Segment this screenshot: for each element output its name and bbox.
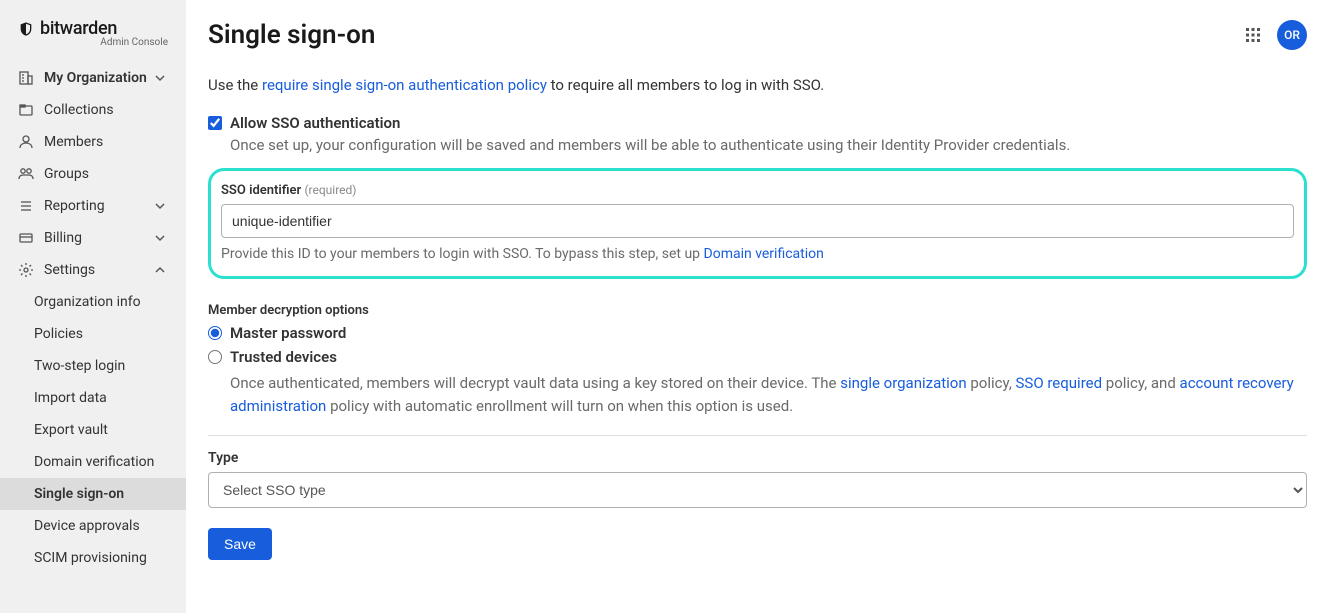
sso-required-link[interactable]: SSO required — [1016, 374, 1103, 392]
sidebar-item-label: Collections — [44, 102, 114, 118]
sso-identifier-help: Provide this ID to your members to login… — [221, 246, 1294, 262]
sidebar-sub-domain-verification[interactable]: Domain verification — [0, 446, 186, 478]
sso-identifier-input[interactable] — [221, 204, 1294, 238]
sidebar-item-reporting[interactable]: Reporting — [0, 190, 186, 222]
brand-logo: bitwarden Admin Console — [0, 18, 186, 62]
sidebar-sub-import-data[interactable]: Import data — [0, 382, 186, 414]
domain-verification-link[interactable]: Domain verification — [704, 246, 824, 262]
sidebar: bitwarden Admin Console My Organization … — [0, 0, 186, 613]
sidebar-item-groups[interactable]: Groups — [0, 158, 186, 190]
sidebar-sub-policies[interactable]: Policies — [0, 318, 186, 350]
sidebar-sub-organization-info[interactable]: Organization info — [0, 286, 186, 318]
separator — [208, 435, 1307, 436]
sidebar-sub-two-step-login[interactable]: Two-step login — [0, 350, 186, 382]
sso-identifier-label: SSO identifier (required) — [221, 183, 1294, 198]
single-organization-link[interactable]: single organization — [840, 374, 966, 392]
trusted-devices-label: Trusted devices — [230, 348, 337, 366]
sso-identifier-highlight: SSO identifier (required) Provide this I… — [208, 168, 1307, 279]
sidebar-item-label: Billing — [44, 230, 82, 246]
allow-sso-label: Allow SSO authentication — [230, 114, 400, 132]
trusted-devices-radio[interactable] — [208, 350, 222, 364]
main-content: Single sign-on OR Use the require single… — [186, 0, 1329, 613]
sidebar-sub-device-approvals[interactable]: Device approvals — [0, 510, 186, 542]
user-icon — [18, 134, 34, 150]
sidebar-item-billing[interactable]: Billing — [0, 222, 186, 254]
sso-type-select[interactable]: Select SSO type — [208, 472, 1307, 508]
chevron-down-icon — [152, 198, 168, 214]
master-password-radio[interactable] — [208, 326, 222, 340]
sidebar-sub-single-sign-on[interactable]: Single sign-on — [0, 478, 186, 510]
building-icon — [18, 70, 34, 86]
card-icon — [18, 230, 34, 246]
sidebar-item-label: Settings — [44, 262, 95, 278]
users-icon — [18, 166, 34, 182]
sidebar-item-label: Reporting — [44, 198, 105, 214]
type-label: Type — [208, 450, 1307, 466]
allow-sso-checkbox[interactable] — [208, 116, 222, 130]
sidebar-item-collections[interactable]: Collections — [0, 94, 186, 126]
page-title: Single sign-on — [208, 20, 375, 50]
folder-icon — [18, 102, 34, 118]
chevron-down-icon — [152, 230, 168, 246]
trusted-devices-help: Once authenticated, members will decrypt… — [230, 372, 1307, 417]
sidebar-item-label: My Organization — [44, 70, 147, 86]
intro-text: Use the require single sign-on authentic… — [208, 76, 1307, 94]
allow-sso-helper: Once set up, your configuration will be … — [230, 136, 1307, 154]
chevron-down-icon — [152, 70, 168, 86]
sidebar-sub-export-vault[interactable]: Export vault — [0, 414, 186, 446]
avatar[interactable]: OR — [1277, 20, 1307, 50]
sidebar-item-members[interactable]: Members — [0, 126, 186, 158]
brand-name: bitwarden — [40, 18, 117, 39]
shield-icon — [18, 21, 34, 37]
sidebar-sub-scim-provisioning[interactable]: SCIM provisioning — [0, 542, 186, 574]
list-icon — [18, 198, 34, 214]
member-decryption-heading: Member decryption options — [208, 303, 1307, 318]
gear-icon — [18, 262, 34, 278]
sidebar-item-label: Members — [44, 134, 103, 150]
chevron-up-icon — [152, 262, 168, 278]
master-password-label: Master password — [230, 324, 346, 342]
sidebar-item-my-organization[interactable]: My Organization — [0, 62, 186, 94]
save-button[interactable]: Save — [208, 528, 272, 560]
sidebar-item-label: Groups — [44, 166, 89, 182]
require-sso-policy-link[interactable]: require single sign-on authentication po… — [262, 76, 547, 94]
sidebar-item-settings[interactable]: Settings — [0, 254, 186, 286]
app-grid-icon[interactable] — [1245, 27, 1261, 43]
